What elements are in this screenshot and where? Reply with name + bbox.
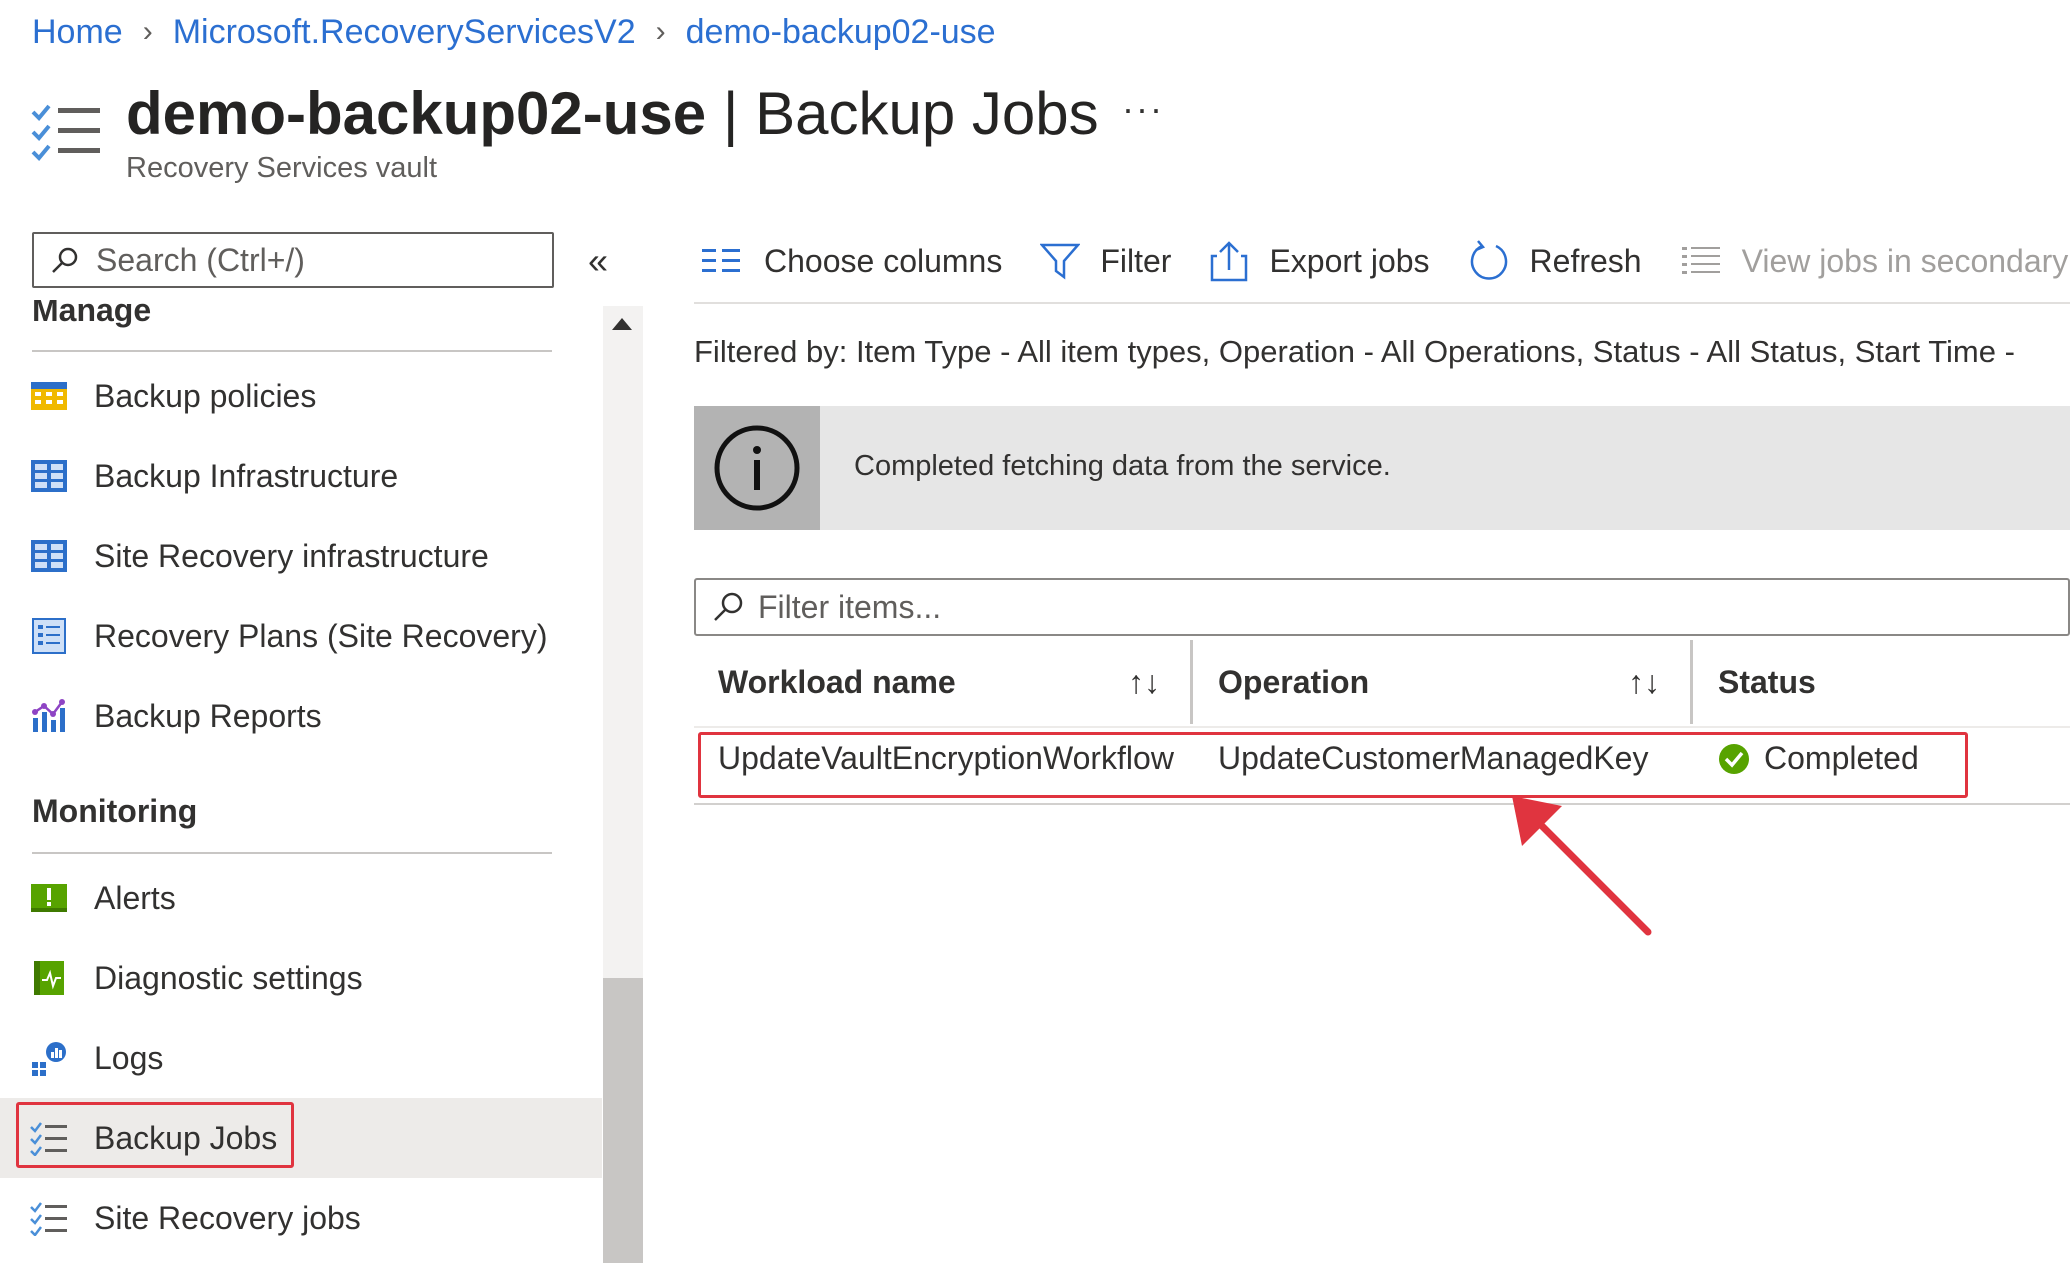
diagnostic-icon (34, 961, 64, 995)
info-icon (714, 425, 800, 511)
section-monitoring: Monitoring (32, 793, 198, 829)
sidebar-item-label: Recovery Plans (Site Recovery) (94, 617, 548, 654)
sidebar-item-label: Alerts (94, 879, 176, 916)
list-icon (1681, 247, 1720, 274)
divider (694, 803, 2070, 805)
export-jobs-button[interactable]: Export jobs (1209, 240, 1430, 282)
chevron-right-icon: › (142, 15, 153, 48)
sidebar-search-input[interactable] (94, 240, 528, 280)
column-divider[interactable] (1690, 640, 1693, 724)
sidebar-item-alerts[interactable]: Alerts (0, 858, 602, 938)
breadcrumb-home[interactable]: Home (32, 13, 123, 52)
chart-icon (32, 699, 65, 732)
view-jobs-secondary-button[interactable]: View jobs in secondary (1680, 243, 2068, 280)
refresh-button[interactable]: Refresh (1468, 240, 1642, 282)
filter-icon (1040, 243, 1081, 280)
sidebar-item-backup-infrastructure[interactable]: Backup Infrastructure (0, 436, 602, 516)
info-banner-text: Completed fetching data from the service… (854, 450, 1391, 482)
sidebar-item-label: Backup policies (94, 377, 317, 414)
sidebar-item-backup-policies[interactable]: Backup policies (0, 356, 602, 436)
breadcrumb-resource[interactable]: demo-backup02-use (686, 13, 996, 52)
sidebar-item-label: Diagnostic settings (94, 959, 363, 996)
sidebar-search[interactable] (32, 232, 554, 288)
filter-items-input[interactable] (756, 587, 1960, 627)
info-banner-icon-box (694, 406, 820, 530)
search-icon (52, 247, 78, 273)
calendar-grid-icon (31, 382, 67, 410)
sidebar-item-label: Backup Infrastructure (94, 457, 399, 494)
search-icon (714, 592, 743, 621)
divider (32, 852, 552, 854)
export-icon (1211, 241, 1248, 282)
checklist-icon (31, 104, 100, 161)
highlight-box-job-row (698, 732, 1968, 798)
sidebar-item-logs[interactable]: Logs (0, 1018, 602, 1098)
checklist-icon (30, 1202, 67, 1236)
divider (32, 350, 552, 352)
filter-items-box[interactable] (694, 578, 2070, 636)
highlight-box-backup-jobs (16, 1102, 294, 1168)
toolbar: Choose columns Filter Export jobs Refres… (700, 226, 2070, 296)
sidebar-item-label: Logs (94, 1039, 164, 1076)
sidebar-item-recovery-plans[interactable]: Recovery Plans (Site Recovery) (0, 596, 602, 676)
sidebar-item-label: Site Recovery jobs (94, 1199, 361, 1236)
filter-button[interactable]: Filter (1040, 241, 1171, 281)
scroll-up-icon[interactable] (612, 318, 632, 330)
collapse-sidebar-button[interactable]: « (588, 240, 608, 282)
column-header-operation[interactable]: Operation (1218, 640, 1369, 724)
section-manage: Manage (32, 300, 152, 328)
sort-icon[interactable]: ↑↓ (1128, 640, 1160, 724)
divider (694, 726, 2070, 728)
page-title: demo-backup02-use | Backup Jobs (126, 80, 1099, 147)
annotation-arrow-icon (1512, 796, 1652, 936)
grid-icon (31, 460, 67, 492)
sidebar-item-site-recovery-infrastructure[interactable]: Site Recovery infrastructure (0, 516, 602, 596)
sidebar-item-label: Site Recovery infrastructure (94, 537, 489, 574)
breadcrumb-provider[interactable]: Microsoft.RecoveryServicesV2 (173, 13, 636, 52)
page-subtitle: Recovery Services vault (126, 152, 438, 184)
columns-icon (702, 249, 740, 272)
scrollbar-thumb[interactable] (603, 978, 643, 1263)
breadcrumb: Home › Microsoft.RecoveryServicesV2 › de… (32, 8, 996, 56)
alert-icon (31, 884, 67, 912)
refresh-icon (1470, 240, 1507, 280)
sidebar-item-diagnostic-settings[interactable]: Diagnostic settings (0, 938, 602, 1018)
column-header-workload-name[interactable]: Workload name (718, 640, 956, 724)
choose-columns-button[interactable]: Choose columns (700, 243, 1002, 280)
sidebar-item-label: Backup Reports (94, 697, 322, 734)
sidebar-item-backup-reports[interactable]: Backup Reports (0, 676, 602, 756)
column-header-status[interactable]: Status (1718, 640, 1816, 724)
grid-icon (31, 540, 67, 572)
plan-list-icon (32, 618, 66, 654)
filter-summary: Filtered by: Item Type - All item types,… (694, 334, 2015, 369)
divider (694, 302, 2070, 304)
sort-icon[interactable]: ↑↓ (1628, 640, 1660, 724)
more-options-button[interactable]: ··· (1122, 88, 1164, 130)
chevron-right-icon: › (655, 15, 666, 48)
column-divider[interactable] (1190, 640, 1193, 724)
sidebar-item-site-recovery-jobs[interactable]: Site Recovery jobs (0, 1178, 602, 1258)
logs-icon (32, 1042, 66, 1076)
